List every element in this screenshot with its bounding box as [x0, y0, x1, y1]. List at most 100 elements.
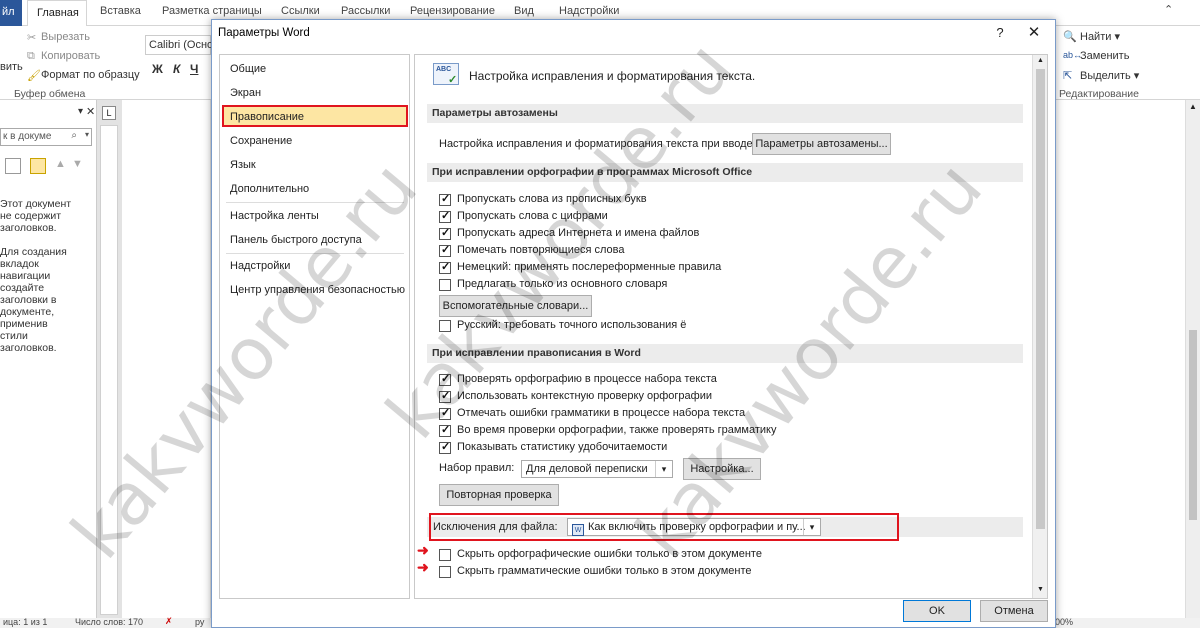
- tab-review[interactable]: Рецензирование: [410, 5, 495, 17]
- category-advanced[interactable]: Дополнительно: [230, 183, 309, 195]
- document-scrollbar[interactable]: ▲: [1185, 100, 1200, 618]
- nav-search-input[interactable]: к в докуме ⌕ ▾: [0, 128, 92, 146]
- checkbox-ignore-numbers[interactable]: [439, 209, 451, 223]
- checkbox-ignore-uppercase[interactable]: [439, 192, 451, 206]
- document-page-right[interactable]: [1055, 100, 1185, 618]
- category-quick-access-toolbar[interactable]: Панель быстрого доступа: [230, 234, 362, 246]
- option-ignore-internet-addresses[interactable]: Пропускать адреса Интернета и имена файл…: [457, 227, 699, 239]
- category-proofing[interactable]: Правописание: [230, 111, 304, 123]
- checkbox-readability-stats[interactable]: [439, 440, 451, 454]
- arrow-right-icon: ➜: [417, 542, 429, 558]
- scroll-thumb[interactable]: [1189, 330, 1197, 520]
- category-language[interactable]: Язык: [230, 159, 256, 171]
- category-customize-ribbon[interactable]: Настройка ленты: [230, 210, 319, 222]
- proofing-icon[interactable]: ✗: [165, 616, 173, 627]
- find-icon[interactable]: 🔍: [1063, 30, 1077, 43]
- checkbox-main-dictionary-only[interactable]: [439, 279, 451, 291]
- next-result-icon[interactable]: ▼: [72, 158, 83, 170]
- option-main-dictionary-only[interactable]: Предлагать только из основного словаря: [457, 278, 667, 290]
- tab-addins[interactable]: Надстройки: [559, 5, 619, 17]
- option-ignore-numbers[interactable]: Пропускать слова с цифрами: [457, 210, 608, 222]
- category-addins[interactable]: Надстройки: [230, 260, 290, 272]
- replace-button[interactable]: Заменить: [1080, 50, 1129, 62]
- option-hide-spelling-errors[interactable]: Скрыть орфографические ошибки только в э…: [457, 548, 762, 560]
- checkbox-check-spelling-as-type[interactable]: [439, 372, 451, 386]
- options-panel-scrollbar[interactable]: ▲ ▼: [1032, 55, 1047, 598]
- word-count[interactable]: Число слов: 170: [75, 617, 143, 627]
- headings-view-icon[interactable]: [5, 158, 21, 174]
- nav-pane-menu-icon[interactable]: ▾: [78, 106, 83, 117]
- ruleset-settings-button[interactable]: Настройка...: [683, 458, 761, 480]
- select-button[interactable]: Выделить ▾: [1080, 69, 1139, 82]
- language-indicator[interactable]: ру: [195, 617, 204, 627]
- prev-result-icon[interactable]: ▲: [55, 158, 66, 170]
- option-contextual-spelling[interactable]: Использовать контекстную проверку орфогр…: [457, 390, 712, 402]
- checkbox-german-post-reform[interactable]: [439, 260, 451, 274]
- option-hide-grammar-errors[interactable]: Скрыть грамматические ошибки только в эт…: [457, 565, 752, 577]
- scroll-thumb[interactable]: [1036, 69, 1045, 529]
- category-general[interactable]: Общие: [230, 63, 266, 75]
- help-button[interactable]: ?: [990, 23, 1010, 43]
- format-painter-icon[interactable]: 🖌: [27, 69, 41, 82]
- collapse-ribbon-icon[interactable]: ⌃: [1164, 3, 1173, 16]
- checkbox-flag-repeated-words[interactable]: [439, 243, 451, 257]
- option-check-grammar-with-spelling[interactable]: Во время проверки орфографии, также пров…: [457, 424, 776, 436]
- search-dropdown-icon[interactable]: ▾: [85, 130, 89, 139]
- tab-insert[interactable]: Вставка: [100, 5, 141, 17]
- tab-mailings[interactable]: Рассылки: [341, 5, 390, 17]
- scroll-up-icon[interactable]: ▲: [1189, 102, 1197, 111]
- checkbox-hide-grammar-errors[interactable]: [439, 566, 451, 578]
- option-german-post-reform[interactable]: Немецкий: применять послереформенные пра…: [457, 261, 721, 273]
- scroll-down-icon[interactable]: ▼: [1037, 586, 1044, 593]
- close-button[interactable]: ✕: [1022, 23, 1046, 43]
- zoom-level[interactable]: 00%: [1055, 617, 1073, 627]
- cancel-button[interactable]: Отмена: [980, 600, 1048, 622]
- tab-view[interactable]: Вид: [514, 5, 534, 17]
- tab-page-layout[interactable]: Разметка страницы: [162, 5, 262, 17]
- scroll-up-icon[interactable]: ▲: [1037, 57, 1044, 64]
- checkbox-hide-spelling-errors[interactable]: [439, 549, 451, 561]
- autocorrect-section-header: Параметры автозамены: [427, 104, 1023, 123]
- category-save[interactable]: Сохранение: [230, 135, 292, 147]
- paste-button[interactable]: вить: [0, 61, 23, 73]
- document-page-left[interactable]: [122, 100, 210, 618]
- copy-icon[interactable]: ⧉: [27, 50, 35, 63]
- option-readability-stats[interactable]: Показывать статистику удобочитаемости: [457, 441, 667, 453]
- option-check-spelling-as-type[interactable]: Проверять орфографию в процессе набора т…: [457, 373, 717, 385]
- format-painter-button[interactable]: Формат по образцу: [41, 69, 140, 81]
- category-trust-center[interactable]: Центр управления безопасностью: [230, 284, 405, 296]
- bold-button[interactable]: Ж: [152, 62, 163, 76]
- checkbox-check-grammar-with-spelling[interactable]: [439, 423, 451, 437]
- nav-pane-close-icon[interactable]: ✕: [86, 105, 95, 118]
- checkbox-russian-yo[interactable]: [439, 320, 451, 332]
- ruleset-dropdown[interactable]: Для деловой переписки ▾: [521, 460, 673, 478]
- checkbox-mark-grammar-errors[interactable]: [439, 406, 451, 420]
- option-flag-repeated-words[interactable]: Помечать повторяющиеся слова: [457, 244, 625, 256]
- ok-button[interactable]: OK: [903, 600, 971, 622]
- category-display[interactable]: Экран: [230, 87, 261, 99]
- search-icon[interactable]: ⌕: [71, 130, 77, 141]
- page-count[interactable]: ица: 1 из 1: [3, 617, 47, 627]
- option-mark-grammar-errors[interactable]: Отмечать ошибки грамматики в процессе на…: [457, 407, 745, 419]
- autocorrect-options-button[interactable]: Параметры автозамены...: [752, 133, 891, 155]
- font-name-box[interactable]: Calibri (Осно: [145, 35, 213, 55]
- tab-selector-icon[interactable]: L: [102, 106, 116, 120]
- chevron-down-icon[interactable]: ▾: [655, 461, 672, 477]
- checkbox-contextual-spelling[interactable]: [439, 389, 451, 403]
- custom-dictionaries-button[interactable]: Вспомогательные словари...: [439, 295, 592, 317]
- cut-icon[interactable]: ✂: [27, 31, 36, 44]
- tab-home[interactable]: Главная: [27, 0, 87, 27]
- option-russian-yo[interactable]: Русский: требовать точного использования…: [457, 319, 686, 331]
- tab-references[interactable]: Ссылки: [281, 5, 320, 17]
- recheck-document-button[interactable]: Повторная проверка: [439, 484, 559, 506]
- find-button[interactable]: Найти ▾: [1080, 30, 1120, 43]
- cut-button[interactable]: Вырезать: [41, 31, 90, 43]
- file-tab[interactable]: йл: [0, 0, 22, 26]
- copy-button[interactable]: Копировать: [41, 50, 100, 62]
- italic-button[interactable]: К: [173, 62, 180, 76]
- underline-button[interactable]: Ч: [190, 62, 198, 76]
- option-ignore-uppercase[interactable]: Пропускать слова из прописных букв: [457, 193, 647, 205]
- select-icon[interactable]: ⇱: [1063, 69, 1072, 82]
- pages-view-icon[interactable]: [30, 158, 46, 174]
- checkbox-ignore-internet-addresses[interactable]: [439, 226, 451, 240]
